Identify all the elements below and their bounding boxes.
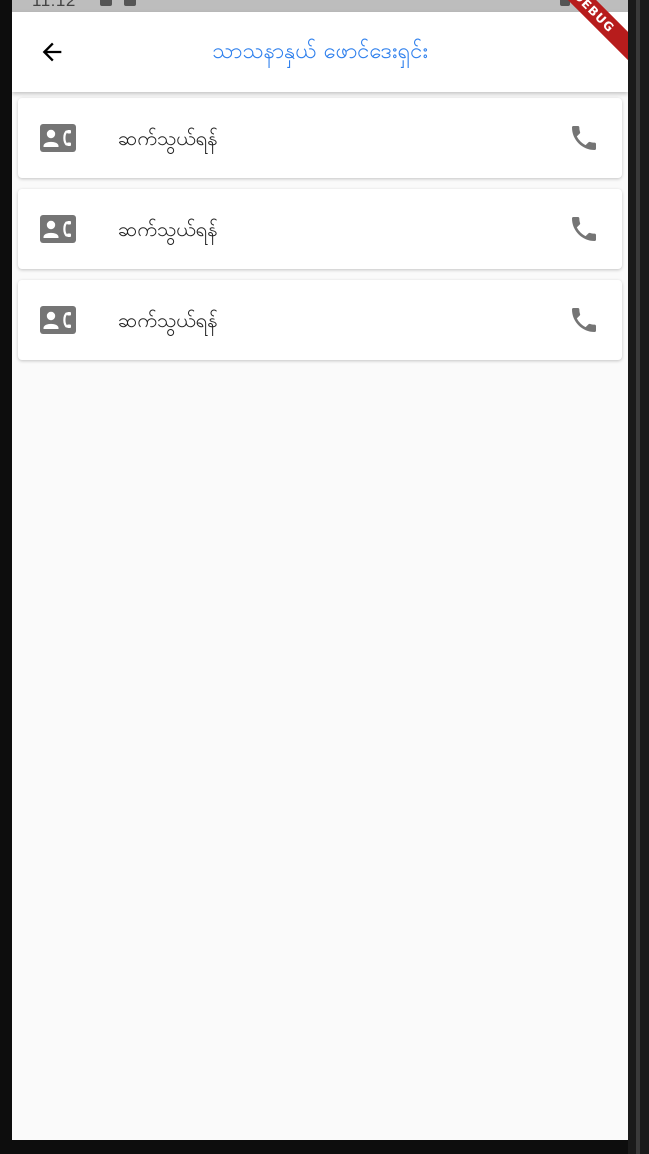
device-edge-highlight — [636, 0, 640, 1154]
contact-label: ဆက်သွယ်ရန် — [118, 126, 218, 150]
status-notification-icons — [100, 0, 136, 6]
back-button[interactable] — [32, 32, 72, 72]
notification-icon — [124, 0, 136, 6]
contact-label: ဆက်သွယ်ရန် — [118, 217, 218, 241]
contact-phone-icon — [40, 306, 76, 334]
app-bar: သာသနာနှယ် ဖောင်ဒေးရှင်း — [12, 12, 628, 92]
notification-icon — [100, 0, 112, 6]
contact-card[interactable]: ဆက်သွယ်ရန် — [18, 189, 622, 269]
status-time: 11:12 — [32, 0, 76, 10]
app-screen: 11:12 သာသနာနှယ် ဖောင်ဒေးရှင်း DEBUG ဆက်သ… — [12, 0, 628, 1140]
contact-phone-icon — [40, 124, 76, 152]
contact-card[interactable]: ဆက်သွယ်ရန် — [18, 98, 622, 178]
contact-label: ဆက်သွယ်ရန် — [118, 308, 218, 332]
phone-icon[interactable] — [568, 213, 600, 245]
phone-icon[interactable] — [568, 122, 600, 154]
device-frame: 11:12 သာသနာနှယ် ဖောင်ဒေးရှင်း DEBUG ဆက်သ… — [0, 0, 649, 1154]
phone-icon[interactable] — [568, 304, 600, 336]
contact-phone-icon — [40, 215, 76, 243]
page-title: သာသနာနှယ် ဖောင်ဒေးရှင်း — [211, 39, 429, 64]
arrow-back-icon — [42, 42, 62, 62]
status-bar: 11:12 — [12, 0, 628, 12]
contact-card[interactable]: ဆက်သွယ်ရန် — [18, 280, 622, 360]
